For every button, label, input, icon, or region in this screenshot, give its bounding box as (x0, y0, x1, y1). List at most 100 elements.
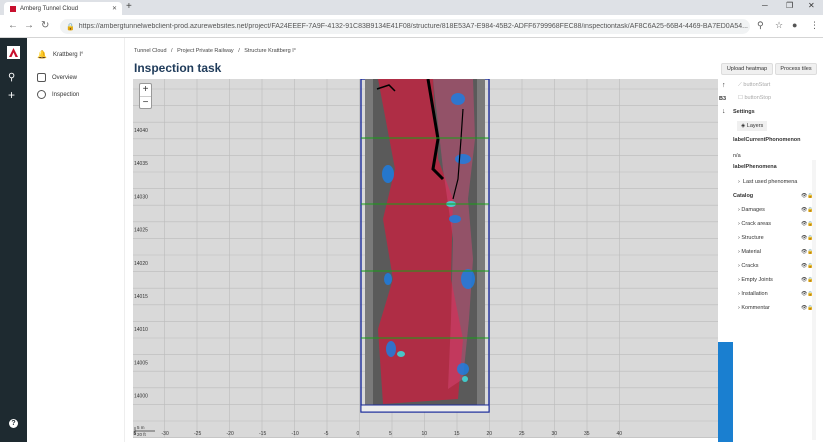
url-text: https://ambergtunnelwebclient-prod.azure… (78, 23, 748, 30)
button-stop[interactable]: ☐ buttonStop (738, 95, 771, 101)
catalog-item[interactable]: › Cracks (738, 263, 759, 269)
scale-sub-label: 20 ft (137, 432, 147, 437)
tunnel-wall-right (477, 79, 485, 405)
back-icon[interactable]: ← (8, 20, 18, 31)
x-tick-label: 20 (487, 431, 493, 437)
arrow-up-icon[interactable]: ↑ (722, 82, 726, 89)
tunnel-start (360, 404, 490, 413)
x-tick-label: -15 (259, 431, 266, 437)
right-panel: Upload heatmap Process tiles ↑ ⟋ buttonS… (718, 60, 823, 442)
restore-icon[interactable]: ❐ (786, 1, 793, 10)
stop-icon: ☐ (738, 95, 743, 101)
add-icon[interactable]: + (8, 88, 15, 102)
x-tick-label: -5 (324, 431, 329, 437)
catalog-item-label: Damages (741, 207, 765, 213)
project-item[interactable]: 🔔 Krattberg I° (37, 50, 83, 59)
upload-heatmap-button[interactable]: Upload heatmap (721, 63, 773, 75)
y-tick-label: 14015 (134, 294, 148, 300)
catalog-item-label: Material (741, 249, 761, 255)
x-tick-label: 0 (357, 431, 360, 437)
catalog-item[interactable]: › Kommentar (738, 305, 770, 311)
breadcrumb-tunnel-cloud[interactable]: Tunnel Cloud (134, 48, 167, 54)
zoom-in-button[interactable]: + (140, 84, 151, 96)
x-tick-label: 5 (389, 431, 392, 437)
y-tick-label: 14010 (134, 327, 148, 333)
breadcrumb-project[interactable]: Project Private Railway (177, 48, 234, 54)
reload-icon[interactable]: ↻ (41, 20, 49, 31)
catalog-item-label: Cracks (741, 263, 759, 269)
new-tab-icon[interactable]: + (126, 1, 132, 12)
chevron-right-icon: › (738, 179, 740, 185)
catalog-item-label: Kommentar (741, 305, 770, 311)
y-tick-label: 14020 (134, 261, 148, 267)
tab-close-icon[interactable]: ✕ (112, 5, 117, 12)
account-icon[interactable]: ● (792, 20, 797, 30)
catalog-item[interactable]: › Crack areas (738, 221, 771, 227)
inspection-icon (37, 90, 46, 99)
zoom-control: + − (139, 83, 152, 109)
arrow-down-icon[interactable]: ↓ (722, 108, 726, 115)
catalog-item[interactable]: › Empty Joints (738, 277, 773, 283)
phenomena-label: labelPhenomena (733, 164, 777, 170)
zoom-out-button[interactable]: − (140, 96, 151, 108)
y-tick-label: 14035 (134, 161, 148, 167)
minimize-icon[interactable]: ─ (762, 1, 768, 10)
button-start-label: buttonStart (743, 82, 771, 88)
tunnel-wall-left (365, 79, 373, 405)
url-field[interactable]: 🔒 https://ambergtunnelwebclient-prod.azu… (60, 19, 750, 34)
tunnel-map[interactable]: 14040 14035 14030 14025 14020 14015 14010 14005… (133, 79, 718, 438)
layers-button[interactable]: ◈ Layers (737, 121, 768, 131)
sidebar-item-inspection[interactable]: Inspection (37, 90, 79, 99)
project-label: Krattberg I° (52, 51, 84, 58)
browser-tabbar: Amberg Tunnel Cloud ✕ + ─ ❐ ✕ (0, 0, 823, 15)
catalog-item-label: Empty Joints (741, 277, 773, 283)
last-used-label: Last used phenomena (742, 179, 798, 185)
x-tick-label: 40 (617, 431, 623, 437)
lock-icon: 🔒 (66, 23, 75, 31)
catalog-item[interactable]: › Installation (738, 291, 768, 297)
sidebar-item-label: Inspection (52, 91, 80, 98)
current-phenomenon-label: labelCurrentPhonomenon (733, 137, 801, 143)
sidebar-item-overview[interactable]: Overview (37, 73, 77, 82)
search-icon[interactable]: ⚲ (8, 72, 15, 83)
help-icon[interactable]: ? (9, 419, 18, 428)
bell-icon: 🔔 (37, 50, 47, 59)
breadcrumb-structure[interactable]: Structure Krattberg I° (244, 48, 296, 54)
last-used-phenomena[interactable]: › Last used phenomena (738, 179, 797, 185)
amberg-logo-icon[interactable] (7, 46, 20, 59)
current-phenomenon-value: n/a (733, 153, 741, 159)
forward-icon[interactable]: → (24, 20, 34, 31)
catalog-item-label: Installation (741, 291, 768, 297)
y-tick-label: 14025 (134, 228, 148, 234)
layers-label: Layers (746, 123, 764, 129)
x-tick-label: -20 (227, 431, 234, 437)
process-tiles-button[interactable]: Process tiles (775, 63, 817, 75)
app-rail: ⚲ + ? (0, 38, 27, 442)
x-tick-label: 10 (422, 431, 428, 437)
sidebar-item-label: Overview (52, 74, 78, 81)
y-tick-label: 14030 (134, 194, 148, 200)
browser-tab[interactable]: Amberg Tunnel Cloud ✕ (4, 2, 122, 15)
x-tick-label: -10 (292, 431, 299, 437)
catalog-item[interactable]: › Damages (738, 207, 765, 213)
catalog-label: Catalog (733, 193, 754, 199)
zoom-icon[interactable]: ⚲ (757, 20, 764, 31)
tab-title: Amberg Tunnel Cloud (20, 5, 79, 12)
line-tool-icon: ⟋ (738, 82, 742, 88)
y-tick-label: 14040 (134, 128, 148, 134)
catalog-item[interactable]: › Structure (738, 235, 764, 241)
x-tick-label: -30 (162, 431, 169, 437)
x-tick-label: 25 (519, 431, 525, 437)
catalog-item[interactable]: › Material (738, 249, 761, 255)
breadcrumb-separator: / (238, 48, 240, 54)
panel-scrollbar[interactable] (718, 342, 733, 442)
overview-icon (37, 73, 46, 82)
panel-scroll-track[interactable] (812, 160, 816, 440)
x-tick-label: 35 (584, 431, 590, 437)
window-close-icon[interactable]: ✕ (808, 1, 815, 10)
star-icon[interactable]: ☆ (775, 20, 783, 31)
menu-icon[interactable]: ⋮ (810, 20, 819, 31)
map-canvas[interactable]: 14040 14035 14030 14025 14020 14015 14010 14005… (133, 79, 718, 438)
button-start[interactable]: ⟋ buttonStart (738, 82, 770, 89)
layers-icon: ◈ (741, 123, 746, 129)
